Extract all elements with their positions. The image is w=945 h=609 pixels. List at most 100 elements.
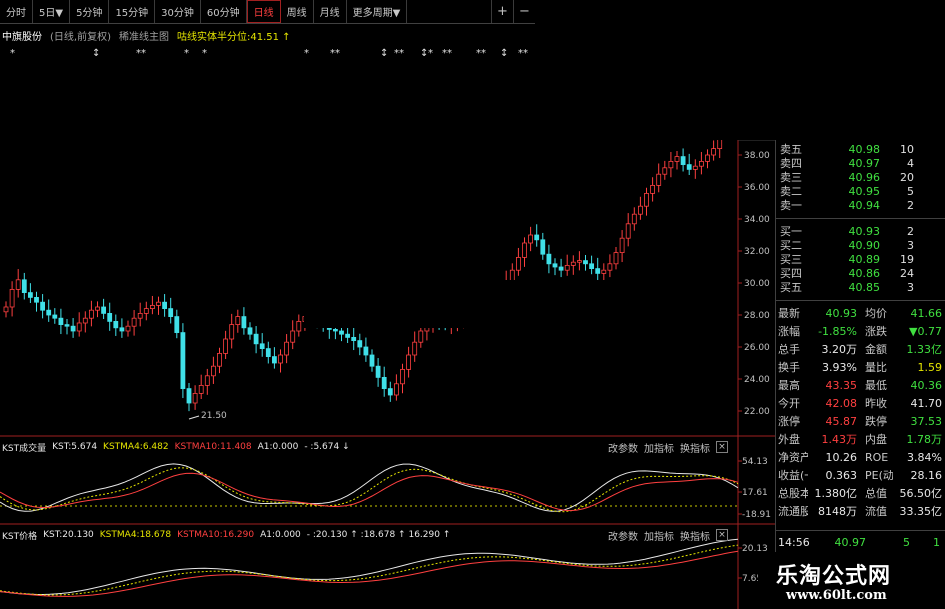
candle-body <box>119 327 125 332</box>
quote-value: 10.26 <box>825 450 858 464</box>
candle-body <box>381 376 387 389</box>
sell-level-price: 40.94 <box>848 198 881 212</box>
quote-label: 收益(一) <box>778 469 808 482</box>
watermark-title: 乐淘公式网 <box>776 564 892 589</box>
vol-panel-name[interactable]: KST成交量 <box>2 441 46 454</box>
tick-price: 40.97 <box>834 535 867 549</box>
buy-level-price: 40.89 <box>848 252 881 266</box>
candle-body <box>82 317 88 324</box>
candle-body <box>577 260 582 263</box>
order-book-buy-row[interactable]: 买四 40.86 24 <box>776 266 945 281</box>
price-swap-indicator-button[interactable]: 换指标 <box>680 528 710 543</box>
quote-value: 43.35 <box>825 378 858 392</box>
vol-params-button[interactable]: 改参数 <box>608 440 638 455</box>
candle-body <box>412 341 418 356</box>
watermark-url: www.60lt.com <box>786 588 887 603</box>
candle-body <box>40 301 45 311</box>
candle-body <box>363 346 369 356</box>
order-book-sell-row[interactable]: 卖一 40.94 2 <box>776 198 945 213</box>
tick-row[interactable]: 14:56 40.97 5 1 <box>776 534 945 550</box>
price-close-icon[interactable]: × <box>716 529 728 541</box>
quote-value: 3.93% <box>822 360 857 374</box>
quote-value: 28.16 <box>910 468 943 482</box>
price-tick-label: 38.00 <box>744 151 770 161</box>
kst-price-lines <box>0 538 739 597</box>
sell-level-volume: 20 <box>900 170 914 184</box>
tick-volume: 5 <box>903 535 910 549</box>
vol-close-icon[interactable]: × <box>716 441 728 453</box>
candle-body <box>692 165 698 170</box>
order-book-sell-row[interactable]: 卖三 40.96 20 <box>776 170 945 185</box>
quote-panel: 卖五 40.98 10 卖四 40.97 4 卖三 40.96 20 卖二 40.95 5 卖一 40.9… <box>775 140 945 609</box>
vol-tick-label: 17.61 <box>742 488 768 498</box>
quote-label: 涨幅 <box>778 325 800 338</box>
quote-label: ROE <box>865 450 889 464</box>
quote-value: 3.84% <box>907 450 942 464</box>
candle-body <box>89 309 94 319</box>
quote-label: 跌停 <box>865 415 887 428</box>
quote-value: 0.363 <box>825 468 858 482</box>
order-book-buy-row[interactable]: 买二 40.90 3 <box>776 238 945 253</box>
site-watermark: 乐淘公式网 www.60lt.com <box>758 552 945 609</box>
candle-body <box>131 317 137 327</box>
order-book-sell-row[interactable]: 卖五 40.98 10 <box>776 142 945 157</box>
quote-row: 今开 42.08 昨收 41.70 <box>776 395 945 411</box>
candle-body <box>619 237 625 253</box>
buy-level-label: 买五 <box>780 281 802 294</box>
candle-body <box>247 327 253 335</box>
candle-body <box>357 340 363 348</box>
masked-region-top <box>535 0 945 140</box>
order-book-sell-row[interactable]: 卖四 40.97 4 <box>776 156 945 171</box>
candle-body <box>241 316 247 329</box>
candle-body <box>34 296 39 303</box>
quote-row: 最新 40.93 均价 41.66 <box>776 305 945 321</box>
candle-body <box>259 343 265 349</box>
quote-value: 40.93 <box>825 306 858 320</box>
sell-level-volume: 4 <box>907 156 914 170</box>
candle-body <box>583 260 588 265</box>
candle-body <box>375 365 381 378</box>
kst-volume-lines <box>0 463 739 513</box>
candle-body <box>613 252 619 265</box>
order-book-buy-row[interactable]: 买五 40.85 3 <box>776 280 945 295</box>
quote-value: 1.59 <box>917 360 943 374</box>
candle-body <box>101 306 106 314</box>
candle-body <box>393 383 399 396</box>
order-book-buy-row[interactable]: 买三 40.89 19 <box>776 252 945 267</box>
sell-level-volume: 10 <box>900 142 914 156</box>
quote-value: 1.78万 <box>906 433 943 446</box>
candle-body <box>46 309 52 316</box>
price-panel-name[interactable]: KST价格 <box>2 529 37 542</box>
quote-value: 1.380亿 <box>814 487 858 500</box>
candle-body <box>290 330 296 343</box>
quote-label: 总值 <box>865 487 887 500</box>
order-book-buy-row[interactable]: 买一 40.93 2 <box>776 224 945 239</box>
candle-body <box>601 269 607 274</box>
candle-body <box>631 213 637 225</box>
quote-value: 1.43万 <box>821 433 858 446</box>
candle-body <box>644 192 649 207</box>
low-annotation-label: 21.50 <box>201 411 227 421</box>
quote-row: 最高 43.35 最低 40.36 <box>776 377 945 393</box>
vol-tick-label: -18.91 <box>742 510 771 520</box>
vol-add-indicator-button[interactable]: 加指标 <box>644 440 674 455</box>
price-tick-label: 30.00 <box>744 279 770 289</box>
sell-level-price: 40.98 <box>848 142 881 156</box>
price-tick-label: 22.00 <box>744 407 770 417</box>
candle-body <box>406 354 412 370</box>
order-book-sell-row[interactable]: 卖二 40.95 5 <box>776 184 945 199</box>
candle-body <box>15 279 21 290</box>
candle-body <box>552 263 558 268</box>
candle-body <box>418 330 424 343</box>
kst-price-header: KST价格 KST:20.130 KSTMA4:18.678 KSTMA10:1… <box>2 528 450 542</box>
quote-value: 33.35亿 <box>899 505 943 518</box>
vol-swap-indicator-button[interactable]: 换指标 <box>680 440 710 455</box>
price-params-button[interactable]: 改参数 <box>608 528 638 543</box>
tick-time: 14:56 <box>778 535 810 549</box>
candle-body <box>265 348 271 358</box>
price-add-indicator-button[interactable]: 加指标 <box>644 528 674 543</box>
candle-body <box>680 156 686 166</box>
candle-body <box>52 314 58 319</box>
quote-value: -1.85% <box>818 324 857 338</box>
quote-label: 外盘 <box>778 433 800 446</box>
